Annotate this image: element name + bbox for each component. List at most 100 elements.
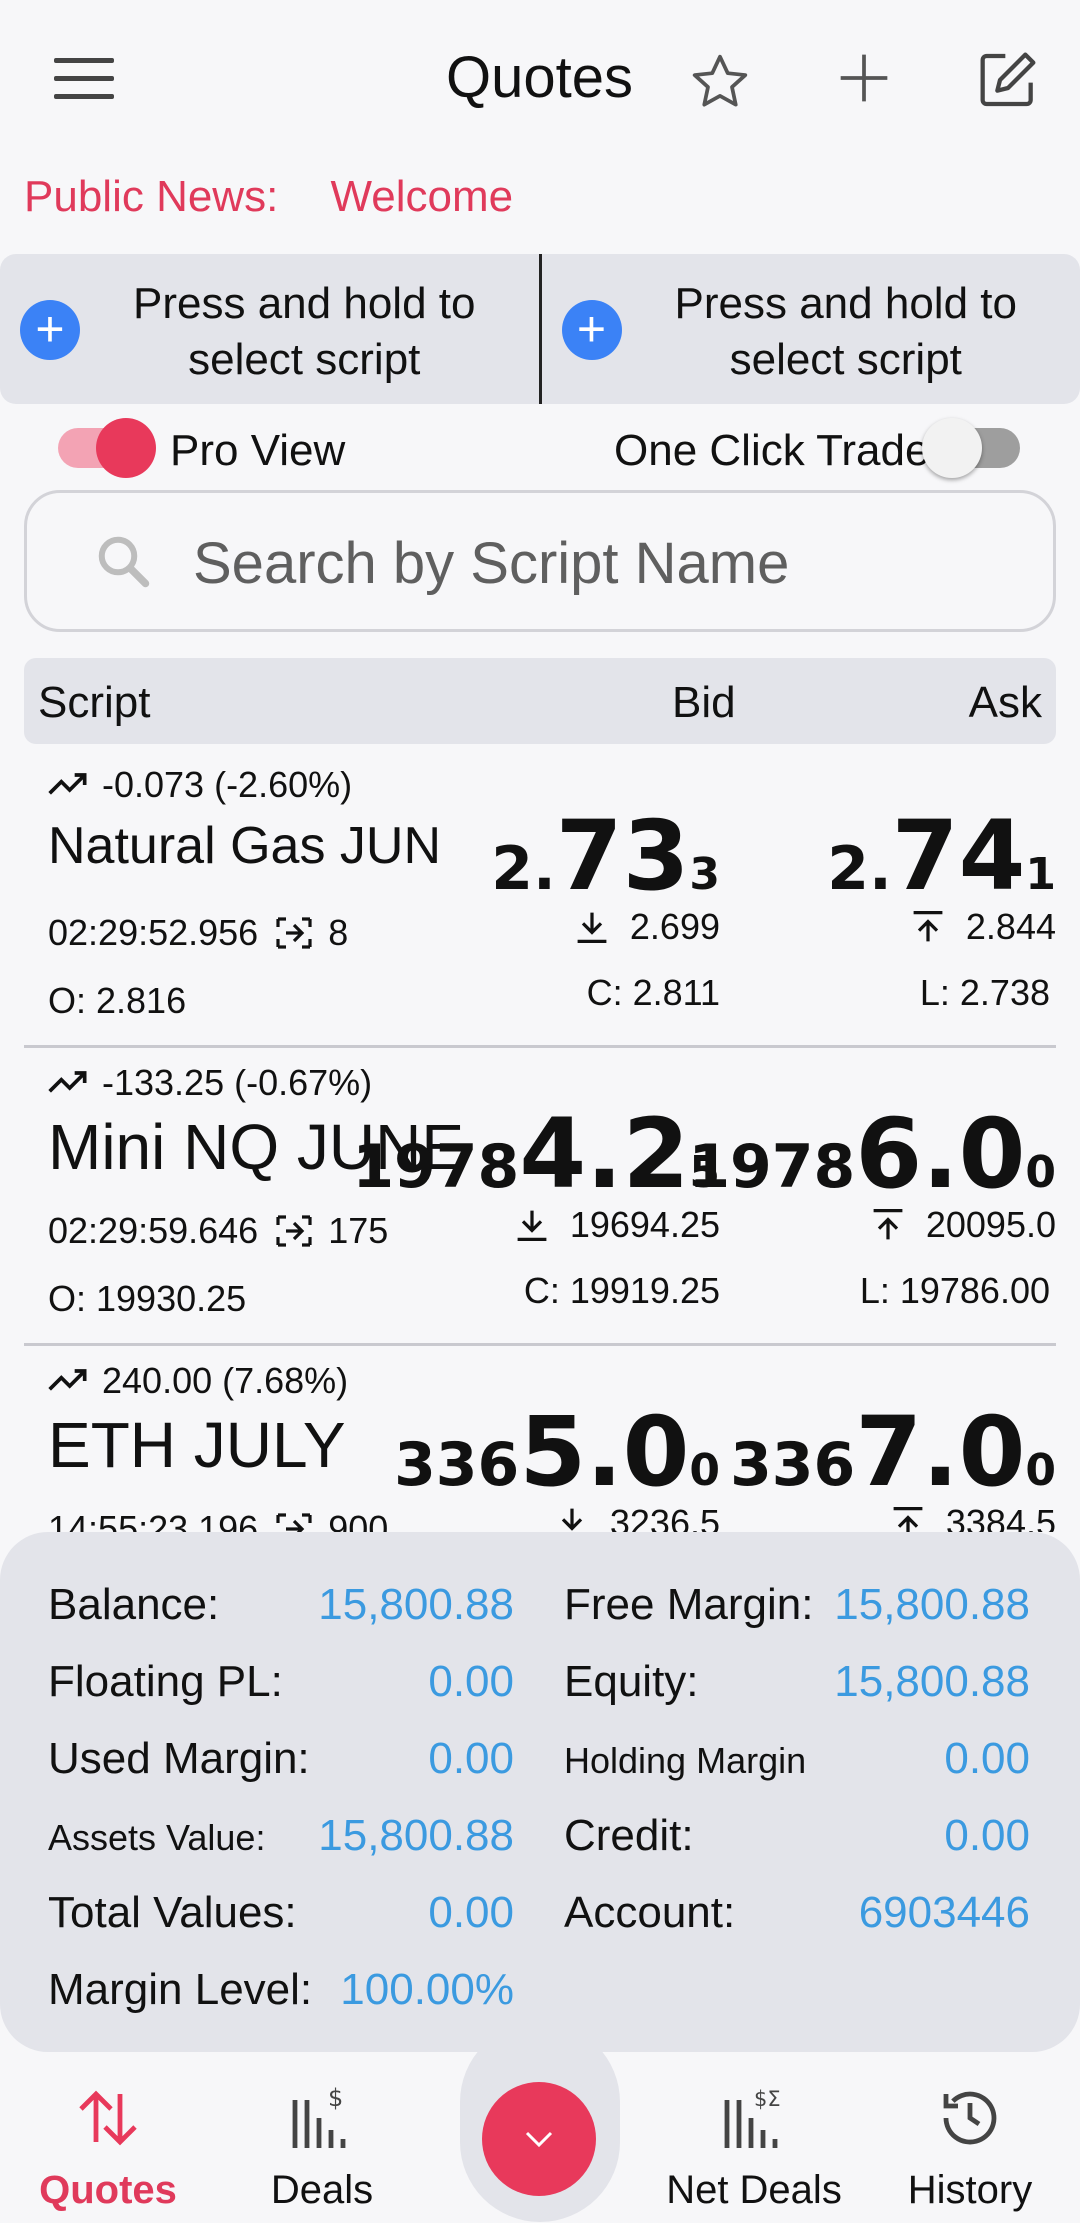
svg-text:$: $	[328, 2084, 343, 2112]
upload-icon	[873, 1208, 903, 1240]
pro-view-toggle[interactable]	[58, 418, 156, 478]
ask-price[interactable]: 2.741	[827, 800, 1056, 912]
bottom-navigation: Quotes $ Deals $Σ Net Deals History	[0, 2022, 1080, 2223]
deals-icon: $	[292, 2084, 346, 2148]
nav-history[interactable]: History	[870, 2082, 1070, 2213]
high-price: 3384.5	[890, 1502, 1056, 1532]
quote-time-ticks: 02:29:59.646 175	[48, 1210, 388, 1252]
trend-icon	[48, 1071, 87, 1093]
used-margin-item: Used Margin: 0.00	[48, 1734, 514, 1783]
holding-margin-item: Holding Margin 0.00	[564, 1734, 1030, 1783]
news-text[interactable]: Welcome	[331, 172, 514, 221]
public-news: Public News: Welcome	[24, 172, 513, 222]
history-icon	[943, 2091, 997, 2145]
one-click-trade-label: One Click Trade	[614, 426, 930, 475]
free-margin-item: Free Margin: 15,800.88	[564, 1580, 1030, 1629]
high-price: 2.844	[910, 906, 1056, 948]
hamburger-menu-icon[interactable]	[54, 58, 114, 100]
nav-quotes[interactable]: Quotes	[8, 2082, 208, 2213]
chevron-down-icon	[525, 2131, 553, 2148]
open-price: O: 2.816	[48, 980, 187, 1021]
column-bid: Bid	[672, 678, 736, 727]
trend-icon	[48, 773, 87, 795]
search-icon	[98, 536, 150, 588]
ticks-icon	[276, 1215, 312, 1247]
change-indicator: 240.00 (7.68%)	[48, 1360, 348, 1402]
ticks-count: 8	[328, 912, 349, 953]
margin-level-item: Margin Level: 100.00%	[48, 1965, 514, 2014]
balance-item: Balance: 15,800.88	[48, 1580, 514, 1629]
selector-hint: Press and hold to select script	[674, 279, 1017, 384]
ticks-icon	[276, 1513, 312, 1532]
quote-row[interactable]: -0.073 (-2.60%) Natural Gas JUN 2.733 2.…	[24, 750, 1056, 1048]
last-price: L: 2.738	[919, 972, 1050, 1013]
expand-fab-button[interactable]	[482, 2082, 596, 2196]
change-value: 240.00 (7.68%)	[102, 1360, 349, 1401]
add-circle-icon: +	[561, 300, 622, 360]
sort-arrows-icon	[79, 2090, 137, 2146]
quote-row[interactable]: -133.25 (-0.67%) Mini NQ JUNE 19784.25 1…	[24, 1048, 1056, 1346]
account-summary: Balance: 15,800.88 Free Margin: 15,800.88 …	[0, 1532, 1080, 2052]
news-label: Public News:	[24, 172, 279, 221]
change-indicator: -133.25 (-0.67%)	[48, 1062, 372, 1104]
quote-time-ticks: 14:55:23.196 900	[48, 1508, 388, 1532]
ask-price[interactable]: 19786.00	[688, 1098, 1056, 1210]
selector-hint: Press and hold to select script	[133, 279, 476, 384]
app-header: Quotes	[0, 0, 1080, 160]
ask-price[interactable]: 3367.00	[730, 1396, 1056, 1508]
add-circle-icon: +	[20, 300, 80, 360]
quote-row[interactable]: 240.00 (7.68%) ETH JULY 3365.00 3367.00 …	[24, 1346, 1056, 1532]
download-icon	[517, 1210, 547, 1242]
quotes-list: -0.073 (-2.60%) Natural Gas JUN 2.733 2.…	[24, 750, 1056, 1532]
search-input[interactable]	[193, 523, 1013, 603]
script-selector-right[interactable]: + Press and hold to select script	[538, 254, 1080, 404]
change-value: -133.25 (-0.67%)	[102, 1062, 373, 1103]
nav-net-deals[interactable]: $Σ Net Deals	[654, 2082, 854, 2213]
quote-time: 14:55:23.196	[48, 1508, 259, 1532]
star-icon[interactable]	[688, 50, 752, 114]
close-price: C: 19919.25	[523, 1270, 720, 1311]
ticks-icon	[276, 917, 312, 949]
script-name: ETH JULY	[48, 1409, 346, 1481]
script-name: Natural Gas JUN	[48, 817, 441, 875]
change-value: -0.073 (-2.60%)	[102, 764, 353, 805]
download-icon	[561, 1508, 583, 1531]
column-script: Script	[38, 678, 151, 727]
total-values-item: Total Values: 0.00	[48, 1888, 514, 1937]
search-box	[24, 490, 1056, 632]
script-selectors: + Press and hold to select script + Pres…	[0, 254, 1080, 404]
upload-icon	[913, 910, 943, 942]
edit-icon[interactable]	[976, 48, 1040, 112]
change-indicator: -0.073 (-2.60%)	[48, 764, 352, 806]
trend-icon	[48, 1369, 87, 1391]
page-title: Quotes	[446, 45, 633, 110]
add-icon[interactable]	[836, 50, 892, 106]
quotes-table-header: Script Bid Ask	[24, 658, 1056, 744]
quote-time: 02:29:59.646	[48, 1210, 259, 1251]
low-price: 2.699	[574, 906, 720, 948]
pro-view-label: Pro View	[170, 426, 346, 475]
bid-price[interactable]: 3365.00	[394, 1396, 720, 1508]
ticks-count: 900	[328, 1508, 389, 1532]
svg-text:$Σ: $Σ	[754, 2087, 781, 2111]
floating-pl-item: Floating PL: 0.00	[48, 1657, 514, 1706]
bid-price[interactable]: 19784.25	[352, 1098, 720, 1210]
close-price: C: 2.811	[586, 972, 720, 1013]
assets-value-item: Assets Value: 15,800.88	[48, 1811, 514, 1860]
view-toggles: Pro View One Click Trade	[0, 414, 1080, 484]
net-deals-icon: $Σ	[724, 2087, 781, 2148]
nav-deals[interactable]: $ Deals	[222, 2082, 422, 2213]
quote-time: 02:29:52.956	[48, 912, 259, 953]
equity-item: Equity: 15,800.88	[564, 1657, 1030, 1706]
ticks-count: 175	[328, 1210, 389, 1251]
quote-time-ticks: 02:29:52.956 8	[48, 912, 348, 954]
low-price: 3236.5	[554, 1502, 720, 1532]
high-price: 20095.0	[870, 1204, 1056, 1246]
open-price: O: 19930.25	[48, 1278, 247, 1319]
one-click-trade-toggle[interactable]	[922, 418, 1020, 478]
bid-price[interactable]: 2.733	[491, 800, 720, 912]
last-price: L: 19786.00	[859, 1270, 1050, 1311]
upload-icon	[893, 1506, 923, 1532]
low-price: 19694.25	[514, 1204, 720, 1246]
script-selector-left[interactable]: + Press and hold to select script	[0, 254, 539, 404]
